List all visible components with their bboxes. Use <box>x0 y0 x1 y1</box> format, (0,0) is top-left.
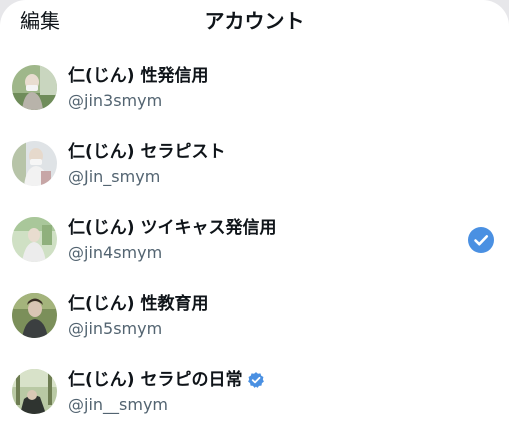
account-handle: @jin__smym <box>68 395 169 414</box>
account-avatar <box>12 65 57 110</box>
account-handle: @jin3smym <box>68 91 163 110</box>
account-avatar <box>12 141 57 186</box>
account-handle: @jin5smym <box>68 319 163 338</box>
account-row[interactable]: 仁(じん) 性教育用 @jin5smym <box>0 278 509 354</box>
account-row[interactable]: 仁(じん) セラピの日常 @jin__smym <box>0 354 509 430</box>
account-name: 仁(じん) 性発信用 <box>68 66 209 86</box>
checkmark-circle-icon <box>468 227 494 253</box>
account-name: 仁(じん) セラピスト <box>68 142 226 162</box>
sheet-title: アカウント <box>204 9 305 33</box>
account-row[interactable]: 仁(じん) 性発信用 @jin3smym <box>0 50 509 126</box>
account-row[interactable]: 仁(じん) セラピスト @Jin_smym <box>0 126 509 202</box>
account-name: 仁(じん) ツイキャス発信用 <box>68 218 277 238</box>
account-avatar <box>12 293 57 338</box>
account-handle: @jin4smym <box>68 243 163 262</box>
account-avatar <box>12 369 57 414</box>
account-avatar <box>12 217 57 262</box>
account-name: 仁(じん) セラピの日常 <box>68 370 243 390</box>
account-handle: @Jin_smym <box>68 167 161 186</box>
account-name: 仁(じん) 性教育用 <box>68 294 209 314</box>
sheet-header: 編集 アカウント <box>0 0 509 44</box>
verified-badge-icon <box>247 371 265 389</box>
account-row[interactable]: 仁(じん) ツイキャス発信用 @jin4smym <box>0 202 509 278</box>
account-switcher-sheet: 編集 アカウント 仁(じん) 性発信用 @jin3smym 仁(じん) セラピス… <box>0 0 509 445</box>
